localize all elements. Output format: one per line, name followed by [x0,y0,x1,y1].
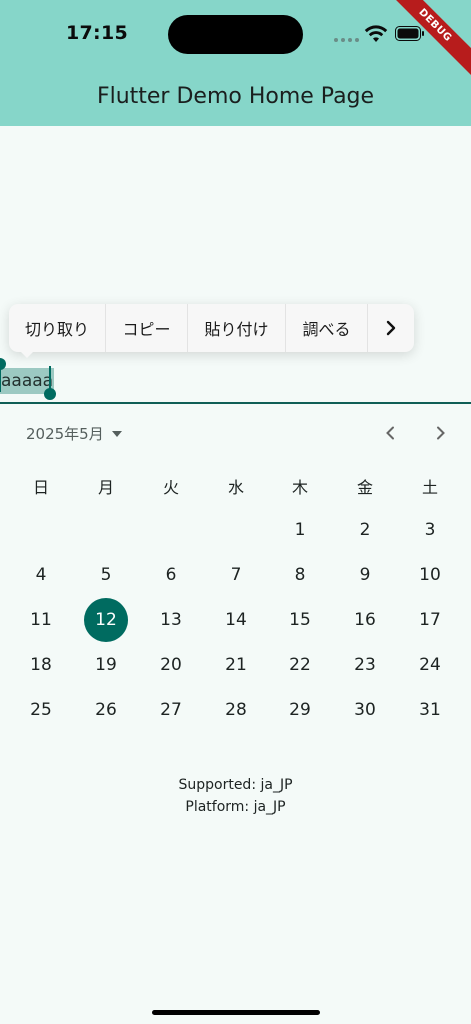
calendar-day[interactable]: 20 [149,643,193,687]
chevron-right-icon [437,426,445,440]
calendar-day[interactable]: 31 [408,688,452,732]
calendar-day[interactable]: 24 [408,643,452,687]
calendar-day[interactable]: 21 [214,643,258,687]
calendar-day[interactable]: 17 [408,598,452,642]
calendar-day[interactable]: 11 [19,598,63,642]
calendar-day[interactable]: 28 [214,688,258,732]
look-up-button[interactable]: 調べる [286,304,368,352]
text-field-underline [0,402,471,404]
calendar-day[interactable]: 25 [19,688,63,732]
month-label: 2025年5月 [26,425,104,443]
selection-handle-end[interactable] [44,388,56,400]
calendar-day[interactable]: 22 [278,643,322,687]
weekday-header: 火 [162,478,179,497]
text-selection-toolbar: 切り取り コピー 貼り付け 調べる [9,304,414,352]
dynamic-island [168,15,303,54]
status-time: 17:15 [66,22,128,44]
battery-icon [395,26,424,41]
dropdown-arrow-icon [111,430,122,437]
calendar-day[interactable]: 3 [408,508,452,552]
toolbar-pointer [16,347,38,358]
calendar-day[interactable]: 27 [149,688,193,732]
calendar-day[interactable]: 18 [19,643,63,687]
cellular-signal-icon [334,38,359,42]
calendar-day[interactable]: 7 [214,553,258,597]
wifi-icon [364,25,388,42]
calendar-day[interactable]: 2 [343,508,387,552]
more-button[interactable] [368,304,414,352]
calendar-day[interactable]: 9 [343,553,387,597]
calendar-day[interactable]: 29 [278,688,322,732]
next-month-button[interactable] [428,420,454,446]
copy-button[interactable]: コピー [106,304,188,352]
calendar-day[interactable]: 1 [278,508,322,552]
calendar-day[interactable]: 19 [84,643,128,687]
weekday-header: 土 [421,478,438,497]
platform-locale-text: Platform: ja_JP [185,799,286,815]
calendar-day-selected[interactable]: 12 [84,598,128,642]
home-indicator [152,1010,320,1015]
weekday-header: 水 [227,478,244,497]
chevron-left-icon [386,426,394,440]
calendar-day[interactable]: 16 [343,598,387,642]
paste-button[interactable]: 貼り付け [188,304,286,352]
weekday-header: 日 [32,478,49,497]
month-year-selector[interactable]: 2025年5月 [26,423,122,444]
cut-button[interactable]: 切り取り [9,304,106,352]
calendar-day[interactable]: 4 [19,553,63,597]
weekday-header: 金 [356,478,373,497]
calendar-day[interactable]: 14 [214,598,258,642]
calendar-day[interactable]: 26 [84,688,128,732]
calendar-day[interactable]: 6 [149,553,193,597]
calendar-day[interactable]: 13 [149,598,193,642]
chevron-right-icon [386,320,396,336]
calendar-day[interactable]: 30 [343,688,387,732]
calendar-day[interactable]: 5 [84,553,128,597]
weekday-header: 木 [291,478,308,497]
calendar-day[interactable]: 8 [278,553,322,597]
calendar-day[interactable]: 10 [408,553,452,597]
calendar-day[interactable]: 15 [278,598,322,642]
supported-locales-text: Supported: ja_JP [178,777,293,793]
calendar-day[interactable]: 23 [343,643,387,687]
page-title: Flutter Demo Home Page [96,84,375,109]
previous-month-button[interactable] [377,420,403,446]
weekday-header: 月 [97,478,114,497]
